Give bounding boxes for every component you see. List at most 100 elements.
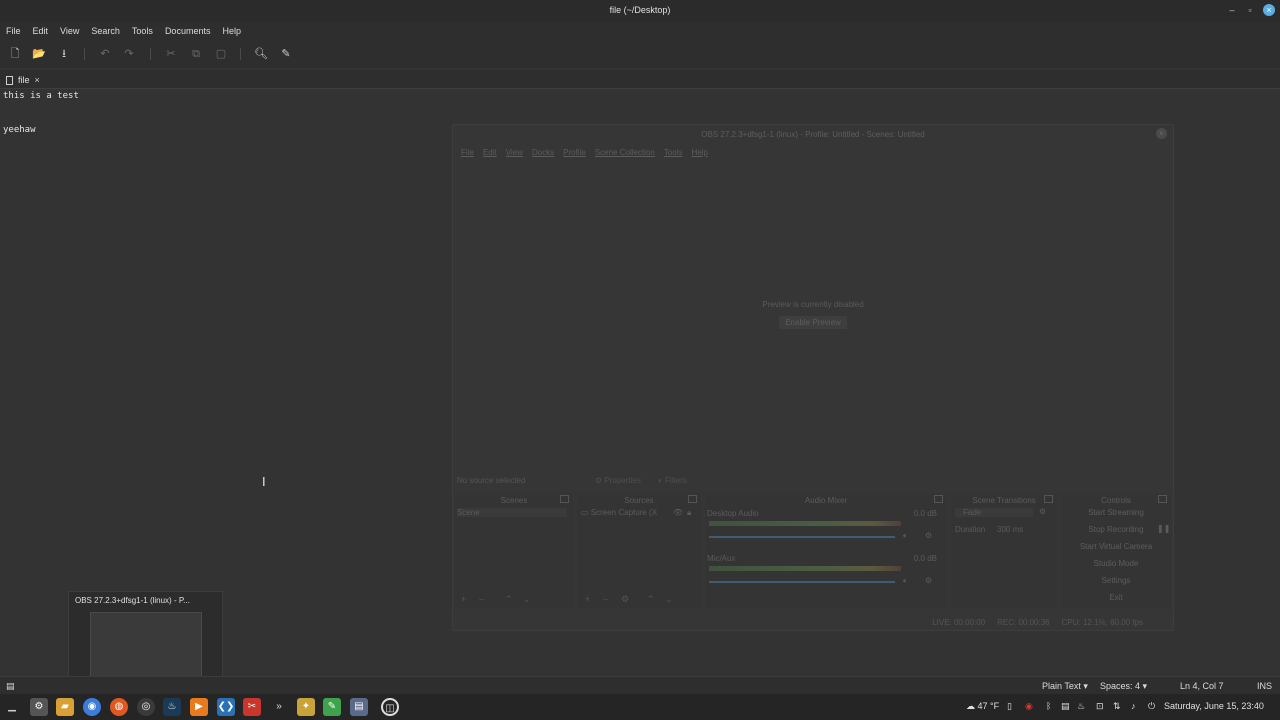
move-up-icon[interactable]: ⌃ — [647, 594, 655, 605]
obs-tray-icon[interactable]: ◉ — [1025, 701, 1033, 712]
menu-documents[interactable]: Documents — [165, 26, 211, 36]
search-replace-icon[interactable]: ✎ — [279, 47, 293, 61]
redo-icon[interactable]: ↷ — [122, 47, 136, 61]
obs-menu-help[interactable]: Help — [692, 148, 708, 157]
minimize-icon[interactable]: – — [1226, 4, 1238, 16]
filters-button[interactable]: ◐ Filters — [658, 476, 687, 485]
audio-channel-db: 0.0 dB — [913, 554, 937, 563]
sidebar-toggle-icon[interactable]: ▤ — [6, 681, 15, 692]
float-icon[interactable] — [1044, 495, 1053, 503]
terminal-icon[interactable]: » — [270, 698, 288, 716]
menu-search[interactable]: Search — [91, 26, 120, 36]
audio-settings-icon[interactable]: ⚙ — [925, 576, 932, 585]
update-manager-icon[interactable]: ⊡ — [1096, 701, 1104, 712]
obs-menu-scene-collection[interactable]: Scene Collection — [595, 148, 655, 157]
media-player-icon[interactable]: ▶ — [190, 698, 208, 716]
menu-tools[interactable]: Tools — [132, 26, 153, 36]
exit-button[interactable]: Exit — [1061, 593, 1171, 602]
obs-icon[interactable]: ◎ — [137, 698, 155, 716]
remove-source-icon[interactable]: – — [603, 594, 608, 604]
bluetooth-icon[interactable]: ᛒ — [1046, 701, 1051, 711]
obs-menu-tools[interactable]: Tools — [664, 148, 683, 157]
scene-item[interactable]: Scene — [457, 508, 567, 517]
obs-close-icon[interactable]: × — [1156, 128, 1167, 139]
move-down-icon[interactable]: ⌄ — [665, 594, 673, 605]
move-down-icon[interactable]: ⌄ — [523, 594, 531, 605]
start-streaming-button[interactable]: Start Streaming — [1061, 508, 1171, 517]
clipboard-manager-icon[interactable]: ▤ — [1061, 701, 1070, 712]
weather-indicator[interactable]: ☁ 47 °F — [966, 701, 999, 712]
open-folder-icon[interactable]: 📂 — [32, 47, 46, 61]
save-icon[interactable]: ⭳ — [57, 47, 71, 61]
add-scene-icon[interactable]: + — [461, 594, 466, 604]
pause-icon[interactable]: ❚❚ — [1157, 524, 1170, 533]
firefox-icon[interactable]: ◍ — [110, 698, 128, 716]
mute-icon[interactable]: 🔈︎ — [903, 576, 908, 586]
obs-menu-docks[interactable]: Docks — [532, 148, 554, 157]
obs-menu-profile[interactable]: Profile — [563, 148, 586, 157]
float-icon[interactable] — [688, 495, 697, 503]
audio-channel-name: Desktop Audio — [707, 509, 759, 518]
volume-icon[interactable]: ♪ — [1131, 701, 1136, 711]
transition-settings-icon[interactable]: ⚙ — [1039, 507, 1046, 516]
steam-icon[interactable]: ♨ — [163, 698, 181, 716]
show-desktop-icon[interactable]: ▁ — [3, 698, 21, 716]
lock-icon[interactable]: 🔒︎ — [687, 508, 691, 518]
system-settings-icon[interactable]: ⚙ — [30, 698, 48, 716]
menu-view[interactable]: View — [60, 26, 79, 36]
menu-help[interactable]: Help — [222, 26, 241, 36]
volume-slider[interactable] — [709, 581, 895, 583]
network-icon[interactable]: ⇅ — [1113, 701, 1121, 712]
new-document-icon[interactable]: 🗋 — [8, 47, 22, 61]
float-icon[interactable] — [1158, 495, 1167, 503]
text-editor-app-icon[interactable]: ✎ — [323, 698, 341, 716]
start-virtual-camera-button[interactable]: Start Virtual Camera — [1061, 542, 1171, 551]
menu-file[interactable]: File — [6, 26, 21, 36]
steam-tray-icon[interactable]: ♨ — [1077, 701, 1085, 712]
mute-icon[interactable]: 🔈︎ — [903, 531, 908, 541]
duration-field[interactable]: 300 ms — [997, 525, 1023, 534]
files-icon[interactable]: ▰ — [56, 698, 74, 716]
settings-icon[interactable]: ✦ — [297, 698, 315, 716]
transition-select[interactable]: Fade — [955, 508, 1033, 517]
menu-edit[interactable]: Edit — [33, 26, 49, 36]
properties-button[interactable]: ⚙ Properties — [595, 476, 641, 485]
source-item[interactable]: ▭ Screen Capture (X — [581, 508, 657, 517]
chrome-icon[interactable]: ◉ — [83, 698, 101, 716]
studio-mode-button[interactable]: Studio Mode — [1061, 559, 1171, 568]
tab-close-icon[interactable]: × — [35, 75, 40, 85]
obs-menu-edit[interactable]: Edit — [483, 148, 497, 157]
mint-menu-icon[interactable]: ◫ — [381, 698, 399, 716]
close-icon[interactable]: × — [1263, 4, 1275, 16]
vscode-icon[interactable]: ❮❯ — [217, 698, 235, 716]
settings-button[interactable]: Settings — [1061, 576, 1171, 585]
float-icon[interactable] — [560, 495, 569, 503]
power-icon[interactable]: ⏻ — [1148, 701, 1155, 712]
obs-menu-view[interactable]: View — [506, 148, 523, 157]
source-settings-icon[interactable]: ⚙ — [621, 594, 629, 605]
audio-settings-icon[interactable]: ⚙ — [925, 531, 932, 540]
language-selector[interactable]: Plain Text ▾ — [1042, 681, 1088, 692]
obs-menu-file[interactable]: File — [461, 148, 474, 157]
visibility-icon[interactable]: 👁 — [673, 508, 683, 517]
tab-width-selector[interactable]: Spaces: 4 ▾ — [1100, 681, 1147, 692]
maximize-icon[interactable]: ▫ — [1244, 4, 1256, 16]
obs-window[interactable]: OBS 27.2.3+dfsg1-1 (linux) - Profile: Un… — [452, 124, 1174, 631]
enable-preview-button[interactable]: Enable Preview — [779, 316, 847, 329]
move-up-icon[interactable]: ⌃ — [505, 594, 513, 605]
undo-icon[interactable]: ↶ — [98, 47, 112, 61]
clock[interactable]: Saturday, June 15, 23:40 — [1164, 701, 1264, 711]
cut-icon[interactable]: ✂ — [164, 47, 178, 61]
tab-file[interactable]: file × — [6, 73, 40, 87]
copy-icon[interactable]: ⧉ — [189, 47, 203, 61]
add-source-icon[interactable]: + — [585, 594, 590, 604]
volume-slider[interactable] — [709, 536, 895, 538]
stop-recording-button[interactable]: Stop Recording — [1061, 525, 1171, 534]
active-editor-icon[interactable]: ▤ — [350, 698, 368, 716]
screenshot-icon[interactable]: ✂ — [243, 698, 261, 716]
search-icon[interactable]: 🔍︎ — [254, 47, 268, 61]
clipboard-icon[interactable]: ▯ — [1007, 701, 1012, 712]
paste-icon[interactable]: ▢ — [214, 47, 228, 61]
remove-scene-icon[interactable]: – — [479, 594, 484, 604]
float-icon[interactable] — [934, 495, 943, 503]
